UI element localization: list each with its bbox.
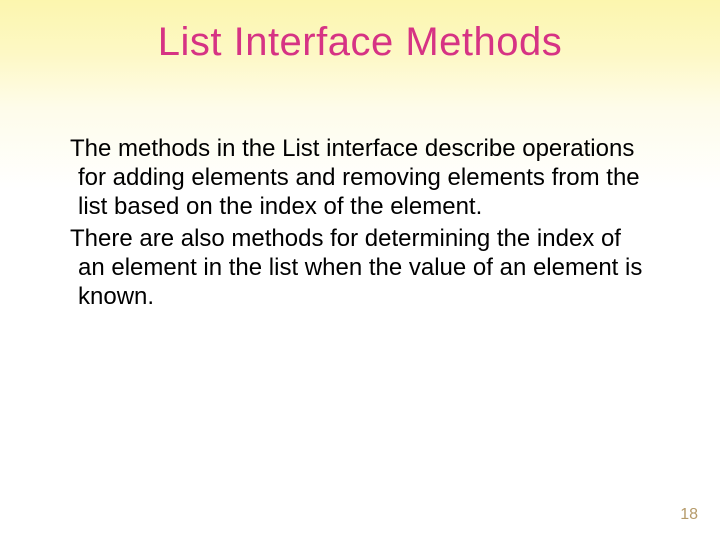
slide: List Interface Methods The methods in th…	[0, 0, 720, 540]
page-number: 18	[680, 506, 698, 524]
body-paragraph: There are also methods for determining t…	[70, 225, 650, 311]
slide-title: List Interface Methods	[0, 20, 720, 65]
slide-body: The methods in the List interface descri…	[70, 135, 650, 316]
body-paragraph: The methods in the List interface descri…	[70, 135, 650, 221]
